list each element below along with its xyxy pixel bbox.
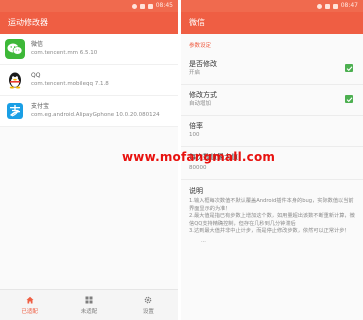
- nav-label: 未适配: [80, 308, 98, 315]
- app-package: com.eg.android.AlipayGphone 10.0.20.0801…: [31, 112, 160, 118]
- setting-multiplier[interactable]: 倍率 100: [181, 116, 363, 147]
- setting-value: 开启: [189, 70, 201, 76]
- home-icon: [26, 296, 34, 303]
- wechat-icon: [5, 39, 25, 59]
- setting-enable[interactable]: 是否修改 开启: [181, 54, 363, 85]
- status-time: 08:47: [340, 2, 358, 9]
- nav-adapted[interactable]: 已适配: [0, 290, 59, 320]
- enable-checkbox[interactable]: [345, 64, 353, 72]
- status-bar: 08:47: [181, 0, 363, 12]
- setting-title: 修改方式: [189, 91, 217, 99]
- settings-gear-icon: [145, 296, 152, 303]
- list-item-wechat[interactable]: 微信 com.tencent.mm 6.5.10: [0, 34, 178, 65]
- checkmark-icon: [346, 65, 352, 71]
- wifi-icon: [316, 3, 322, 9]
- nav-unadapted[interactable]: 未适配: [59, 290, 118, 320]
- section-header: 参数设定: [189, 43, 212, 49]
- bottom-navigation: 已适配 未适配 设置: [0, 289, 178, 320]
- status-bar: 08:45: [0, 0, 178, 12]
- setting-value: 100: [189, 132, 200, 138]
- list-item-qq[interactable]: QQ com.tencent.mobileqq 7.1.8: [0, 65, 178, 96]
- battery-icon: [332, 3, 338, 9]
- checkmark-icon: [346, 96, 352, 102]
- wifi-icon: [131, 3, 137, 9]
- nav-label: 设置: [142, 308, 154, 315]
- app-name: 支付宝: [31, 103, 50, 110]
- app-name: 微信: [31, 41, 44, 48]
- app-package: com.tencent.mobileqq 7.1.8: [31, 81, 109, 87]
- mode-checkbox[interactable]: [345, 95, 353, 103]
- nav-label: 已适配: [21, 308, 38, 315]
- signal-icon: [324, 3, 330, 9]
- setting-title: 是否修改: [189, 60, 217, 68]
- app-name: QQ: [31, 72, 41, 79]
- list-item-alipay[interactable]: 支付宝 com.eg.android.AlipayGphone 10.0.20.…: [0, 96, 178, 127]
- setting-mode[interactable]: 修改方式 自动增加: [181, 85, 363, 116]
- app-bar: 微信: [181, 12, 363, 34]
- alipay-icon: [5, 101, 25, 121]
- watermark-text: www.mofangmall.com: [122, 150, 276, 164]
- setting-value: 自动增加: [189, 101, 212, 107]
- app-package: com.tencent.mm 6.5.10: [31, 50, 98, 56]
- app-list: 微信 com.tencent.mm 6.5.10 QQ com.tencent.…: [0, 34, 178, 127]
- description-title: 说明: [189, 187, 203, 195]
- description-body: 1.输入框每次数值不默认覆盖Android插件本身的bug，实际数值以当前界面显…: [189, 198, 355, 235]
- screenshot-root: 08:45 运动修改器 微信 com.tencent.mm 6.5.10 QQ …: [0, 0, 363, 320]
- signal-icon: [139, 3, 145, 9]
- description-block: 说明 1.输入框每次数值不默认覆盖Android插件本身的bug，实际数值以当前…: [181, 180, 363, 252]
- app-bar: 运动修改器: [0, 12, 178, 34]
- description-more: ...: [201, 237, 206, 244]
- setting-title: 倍率: [189, 122, 203, 130]
- battery-icon: [147, 3, 153, 9]
- grid-icon: [85, 296, 93, 303]
- page-title: 微信: [189, 18, 205, 27]
- page-title: 运动修改器: [8, 18, 48, 27]
- qq-penguin-icon: [5, 70, 25, 90]
- status-time: 08:45: [155, 2, 173, 9]
- nav-settings[interactable]: 设置: [119, 290, 178, 320]
- setting-value: 80000: [189, 165, 207, 171]
